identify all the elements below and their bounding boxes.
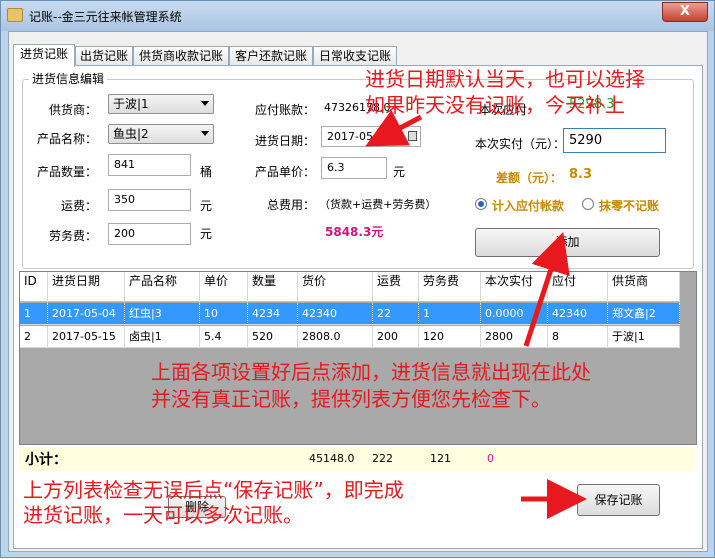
radio-record-payable-label[interactable]: 计入应付帐款 [492,197,564,214]
total-cost-label: 总费用： [267,198,316,212]
annotation-date-line2: 如果昨天没有记账，今天补上 [365,93,625,117]
total-cost-formula: （货款+运费+劳务费） [319,198,437,211]
quantity-input[interactable]: 841 [108,154,191,176]
cell-id: 1 [20,303,48,325]
cell-product: 红虫|3 [125,303,200,325]
calendar-icon[interactable] [408,131,417,141]
unit-price-unit: 元 [393,165,406,179]
cell-paid: 2800 [481,326,548,348]
radio-ignore-change-label[interactable]: 抹零不记账 [599,197,659,214]
quantity-label: 产品数量： [37,165,98,179]
paid-this-time-label: 本次实付（元）： [475,137,566,151]
payable-label: 应付账款： [255,103,316,117]
annotation-save-line2: 进货记账，一天可以多次记账。 [23,503,303,527]
cell-goods: 42340 [298,303,373,325]
cell-labor: 1 [419,303,481,325]
annotation-date-line1: 进货日期默认当天，也可以选择 [365,67,645,91]
tab-customer-repayment[interactable]: 客户还款记账 [229,46,313,66]
subtotal-freight: 222 [372,452,393,465]
title-bar: 记账--金三元往来帐管理系统 X [1,1,714,31]
chevron-down-icon [201,131,209,136]
cell-supplier: 于波|1 [608,326,680,348]
cell-date: 2017-05-04 [48,303,125,325]
add-button[interactable]: 添加 [475,228,660,257]
cell-freight: 22 [373,303,419,325]
cell-supplier: 郑文鑫|2 [608,303,680,325]
cell-paid: 0.0000 [481,303,548,325]
unit-price-input[interactable]: 6.3 [321,157,387,179]
cell-due: 8 [548,326,608,348]
supplier-select[interactable]: 于波|1 [108,94,214,114]
radio-record-payable[interactable] [475,198,487,210]
product-select[interactable]: 鱼虫|2 [108,124,214,144]
col-paid[interactable]: 本次实付 [481,272,548,302]
col-goods[interactable]: 货价 [298,272,373,302]
app-icon [7,8,23,22]
difference-value: 8.3 [569,167,593,182]
col-labor[interactable]: 劳务费 [419,272,481,302]
window-title: 记账--金三元往来帐管理系统 [29,10,182,24]
cell-id: 2 [20,326,48,348]
app-window: 记账--金三元往来帐管理系统 X 进货记账 出货记账 供货商收款记账 客户还款记… [0,0,715,558]
cell-price: 10 [200,303,248,325]
tab-purchase[interactable]: 进货记账 [13,44,75,67]
subtotal-label: 小计： [25,452,67,468]
col-qty[interactable]: 数量 [248,272,298,302]
cell-labor: 120 [419,326,481,348]
radio-ignore-change[interactable] [582,198,594,210]
product-name-label: 产品名称： [37,132,98,146]
labor-unit: 元 [200,227,213,241]
labor-label: 劳务费： [49,229,98,243]
freight-label: 运费： [61,199,98,213]
labor-input[interactable]: 200 [108,223,191,245]
table-row[interactable]: 1 2017-05-04 红虫|3 10 4234 42340 22 1 0.0… [20,303,680,325]
subtotal-goods: 45148.0 [309,452,355,465]
col-price[interactable]: 单价 [200,272,248,302]
cell-goods: 2808.0 [298,326,373,348]
paid-this-time-input[interactable]: 5290 [563,128,666,153]
annotation-add-line2: 并没有真正记账，提供列表方便您先检查下。 [151,387,551,411]
supplier-label: 供货商： [49,103,98,117]
tab-sales[interactable]: 出货记账 [75,46,133,66]
col-supplier[interactable]: 供货商 [608,272,680,302]
col-freight[interactable]: 运费 [373,272,419,302]
difference-label: 差额（元）： [496,171,563,185]
freight-unit: 元 [200,199,213,213]
subtotal-labor: 121 [430,452,451,465]
chevron-down-icon [201,101,209,106]
col-date[interactable]: 进货日期 [48,272,125,302]
subtotal-bar: 小计： 45148.0 222 121 0 [19,447,695,471]
close-button[interactable]: X [662,2,708,22]
cell-due: 42340 [548,303,608,325]
col-due[interactable]: 应付 [548,272,608,302]
tab-supplier-receipt[interactable]: 供货商收款记账 [133,46,229,66]
freight-input[interactable]: 350 [108,189,191,211]
group-title: 进货信息编辑 [29,70,108,87]
cell-date: 2017-05-15 [48,326,125,348]
cell-freight: 200 [373,326,419,348]
cell-product: 卤虫|1 [125,326,200,348]
unit-price-label: 产品单价： [255,165,316,179]
total-cost-value: 5848.3元 [325,225,384,239]
quantity-unit: 桶 [200,165,213,179]
cell-qty: 4234 [248,303,298,325]
table-header: ID 进货日期 产品名称 单价 数量 货价 运费 劳务费 本次实付 应付 供货商 [20,272,680,302]
purchase-date-picker[interactable]: 2017-05-15 [321,126,421,147]
subtotal-extra: 0 [487,452,494,465]
cell-qty: 520 [248,326,298,348]
col-product[interactable]: 产品名称 [125,272,200,302]
col-id[interactable]: ID [20,272,48,302]
cell-price: 5.4 [200,326,248,348]
purchase-date-label: 进货日期： [255,134,316,148]
annotation-add-line1: 上面各项设置好后点添加，进货信息就出现在此处 [151,360,591,384]
table-row[interactable]: 2 2017-05-15 卤虫|1 5.4 520 2808.0 200 120… [20,326,680,348]
save-record-button[interactable]: 保存记账 [577,484,660,516]
